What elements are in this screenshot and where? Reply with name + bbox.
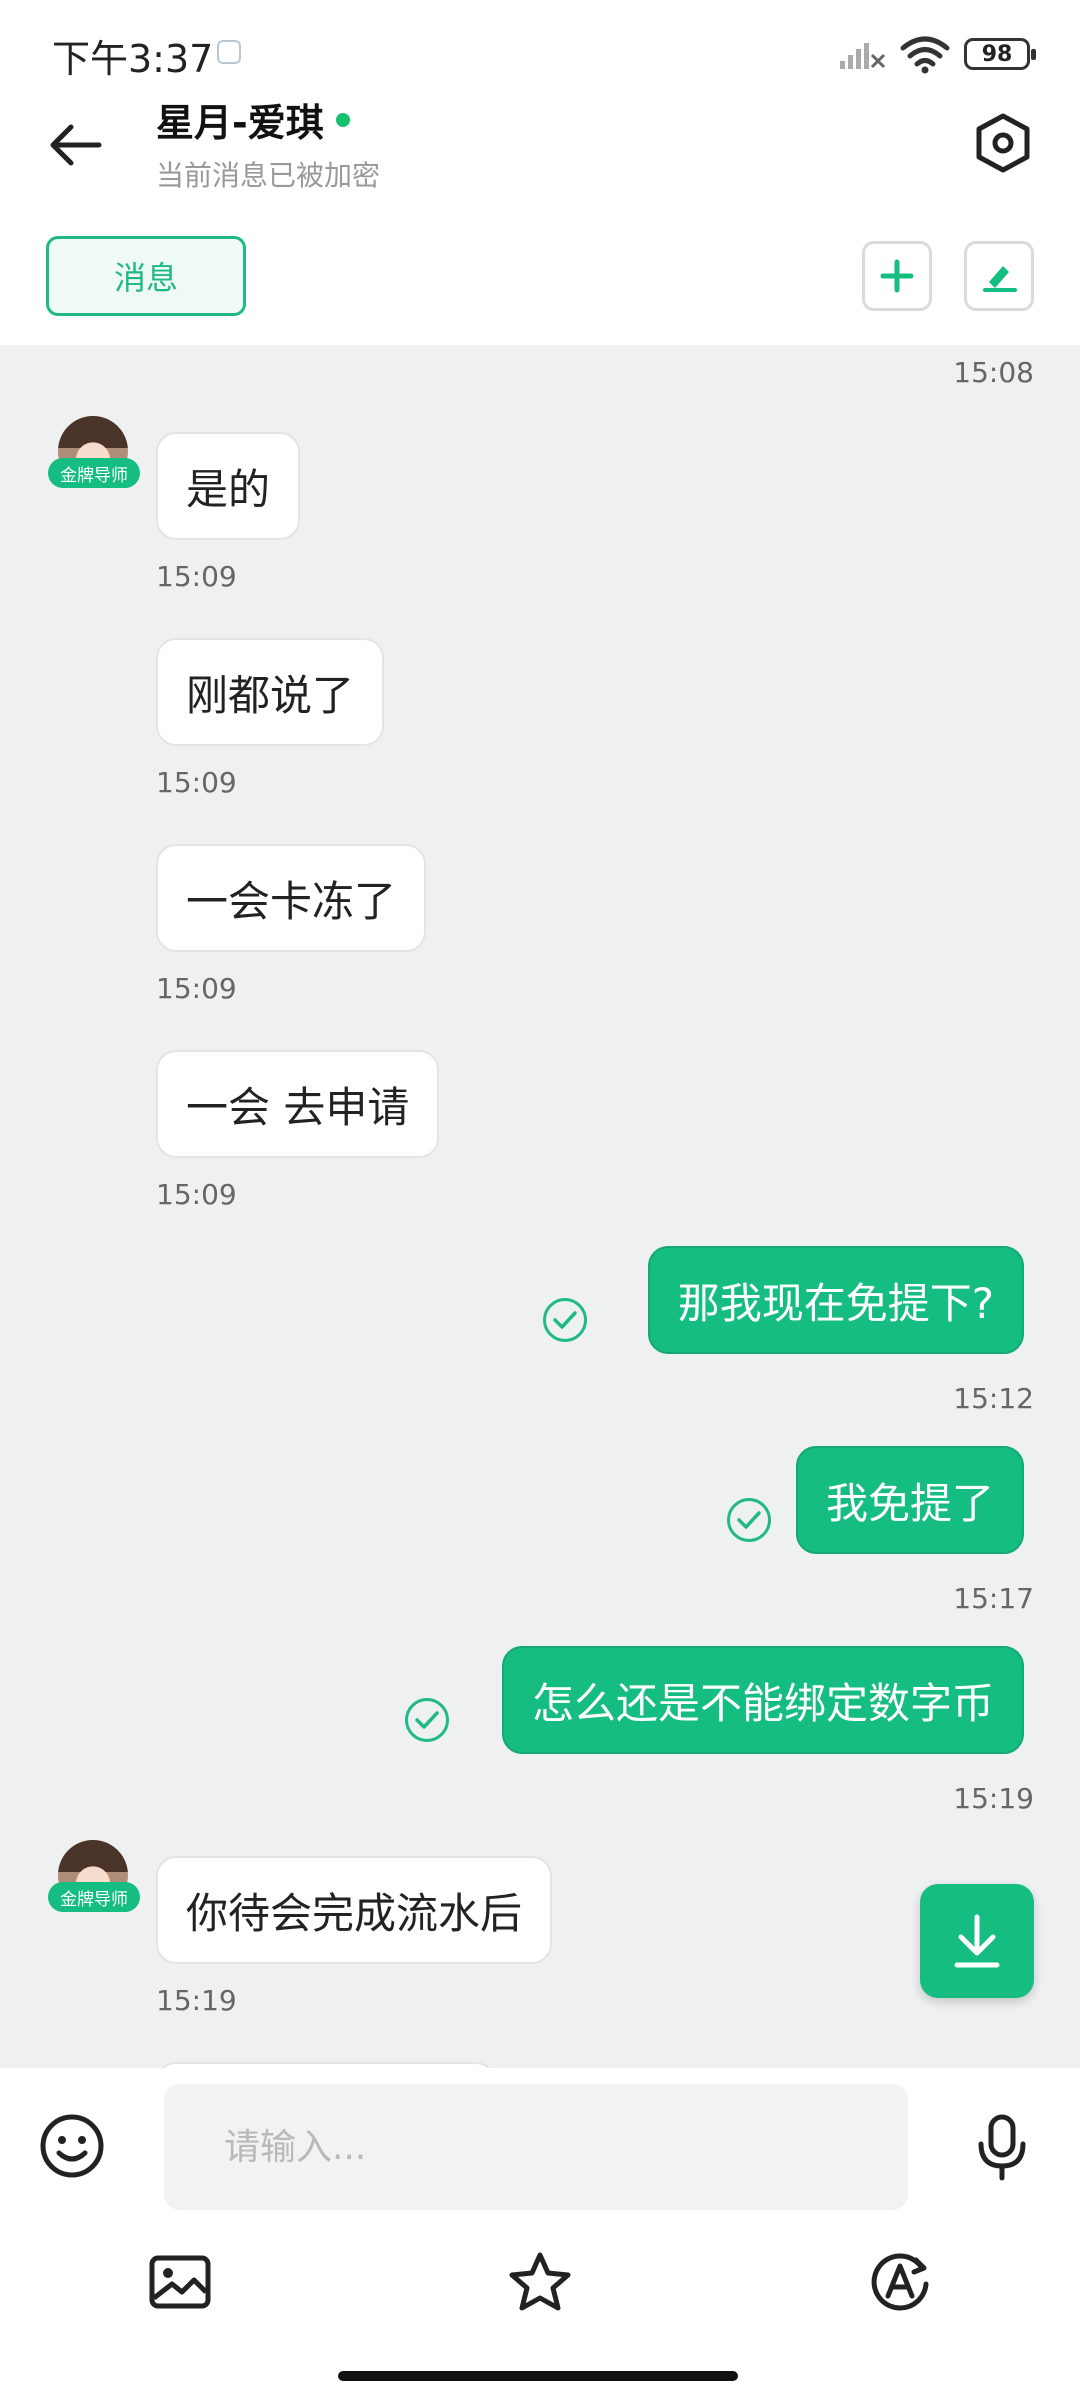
microphone-icon [978, 2114, 1026, 2181]
message-bubble-outgoing[interactable]: 那我现在免提下? [647, 1246, 1024, 1354]
check-circle-icon [727, 1498, 771, 1542]
contact-name-text: 星月-爱琪 [156, 101, 324, 145]
back-button[interactable] [40, 110, 110, 180]
message-time: 15:09 [156, 972, 237, 1005]
status-icons: 98 [838, 32, 1036, 76]
message-bubble-incoming[interactable]: 一会 去申请 [156, 1050, 440, 1158]
message-bubble-incoming[interactable]: 刚都说了 [156, 638, 385, 746]
check-circle-icon [543, 1298, 587, 1342]
battery-level: 98 [981, 41, 1013, 67]
emoji-icon [40, 2114, 104, 2178]
settings-hexagon-icon [976, 113, 1030, 173]
message-time: 15:09 [156, 766, 237, 799]
status-time: 下午3:37 [52, 37, 214, 81]
message-bubble-incoming[interactable]: 一会卡冻了 [156, 844, 427, 952]
download-arrow-icon [954, 1914, 1000, 1968]
message-time: 15:09 [156, 560, 237, 593]
image-icon [149, 2255, 211, 2309]
emoji-button[interactable] [36, 2110, 108, 2182]
checkmark-icon [553, 1311, 577, 1329]
edit-button[interactable] [964, 241, 1034, 311]
edit-pen-icon [983, 266, 1017, 292]
message-time: 15:19 [156, 1984, 237, 2017]
signal-icon [840, 43, 886, 69]
favorite-button[interactable] [504, 2246, 576, 2318]
top-header: 下午3:37 98 星月-爱琪 当前消息已被加密 消息 [0, 0, 1080, 345]
notification-app-icon [217, 40, 241, 64]
message-input[interactable] [164, 2084, 908, 2210]
translate-button[interactable] [864, 2246, 936, 2318]
message-time: 15:12 [953, 1382, 1034, 1415]
message-time: 15:17 [953, 1582, 1034, 1615]
home-indicator[interactable] [338, 2371, 738, 2381]
checkmark-icon [415, 1711, 439, 1729]
tab-messages[interactable]: 消息 [46, 236, 246, 316]
scroll-to-bottom-button[interactable] [920, 1884, 1034, 1998]
encryption-notice: 当前消息已被加密 [156, 159, 381, 192]
contact-name: 星月-爱琪 [156, 92, 350, 147]
online-status-dot [335, 112, 350, 127]
battery-indicator: 98 [964, 38, 1036, 70]
wifi-icon [900, 36, 950, 74]
check-circle-icon [405, 1698, 449, 1742]
message-time: 15:19 [953, 1782, 1034, 1815]
message-bubble-outgoing[interactable]: 怎么还是不能绑定数字币 [501, 1646, 1024, 1754]
plus-icon [880, 259, 914, 293]
avatar-badge: 金牌导师 [48, 1882, 140, 1912]
star-icon [509, 2252, 571, 2311]
translate-icon [871, 2253, 929, 2311]
settings-button[interactable] [968, 108, 1038, 178]
add-button[interactable] [862, 241, 932, 311]
message-bubble-incoming[interactable]: 你待会完成流水后 [156, 1856, 553, 1964]
message-bubble-incoming[interactable]: 是的 [156, 432, 301, 540]
microphone-button[interactable] [966, 2110, 1038, 2186]
message-bubble-outgoing[interactable]: 我免提了 [795, 1446, 1024, 1554]
image-button[interactable] [144, 2246, 216, 2318]
checkmark-icon [737, 1511, 761, 1529]
message-time: 15:08 [953, 356, 1034, 389]
message-time: 15:09 [156, 1178, 237, 1211]
avatar-badge: 金牌导师 [48, 458, 140, 488]
back-arrow-icon [50, 124, 102, 166]
